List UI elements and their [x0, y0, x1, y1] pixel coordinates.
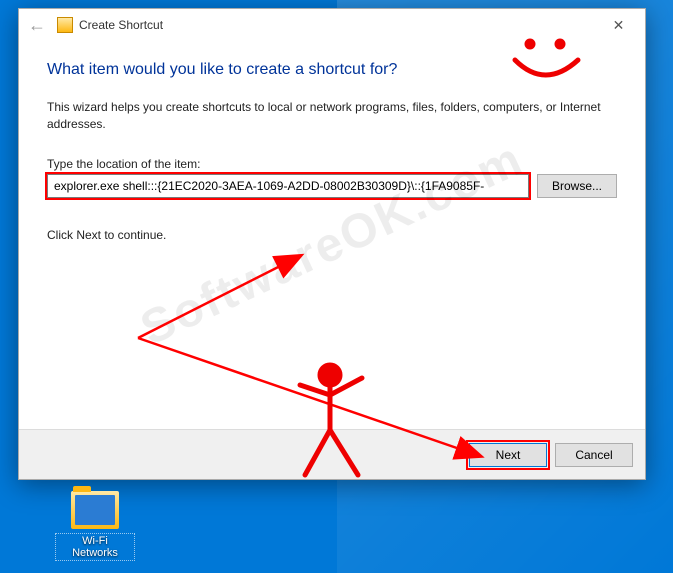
cancel-button[interactable]: Cancel — [555, 443, 633, 467]
shortcut-icon — [57, 17, 73, 33]
continue-hint: Click Next to continue. — [47, 228, 617, 242]
location-label: Type the location of the item: — [47, 157, 617, 171]
back-button[interactable]: ← — [23, 11, 51, 39]
dialog-footer: Next Cancel — [19, 429, 645, 479]
browse-button[interactable]: Browse... — [537, 174, 617, 198]
wizard-description: This wizard helps you create shortcuts t… — [47, 99, 617, 133]
create-shortcut-dialog: ← Create Shortcut ✕ What item would you … — [18, 8, 646, 480]
next-button[interactable]: Next — [469, 443, 547, 467]
folder-icon — [71, 491, 119, 529]
titlebar: ← Create Shortcut ✕ — [19, 9, 645, 41]
wizard-heading: What item would you like to create a sho… — [47, 61, 617, 79]
location-input[interactable] — [47, 174, 529, 198]
desktop-shortcut-label: Wi-Fi Networks — [55, 533, 135, 561]
desktop-shortcut[interactable]: Wi-Fi Networks — [55, 491, 135, 561]
close-button[interactable]: ✕ — [596, 11, 641, 39]
dialog-title: Create Shortcut — [79, 18, 163, 32]
